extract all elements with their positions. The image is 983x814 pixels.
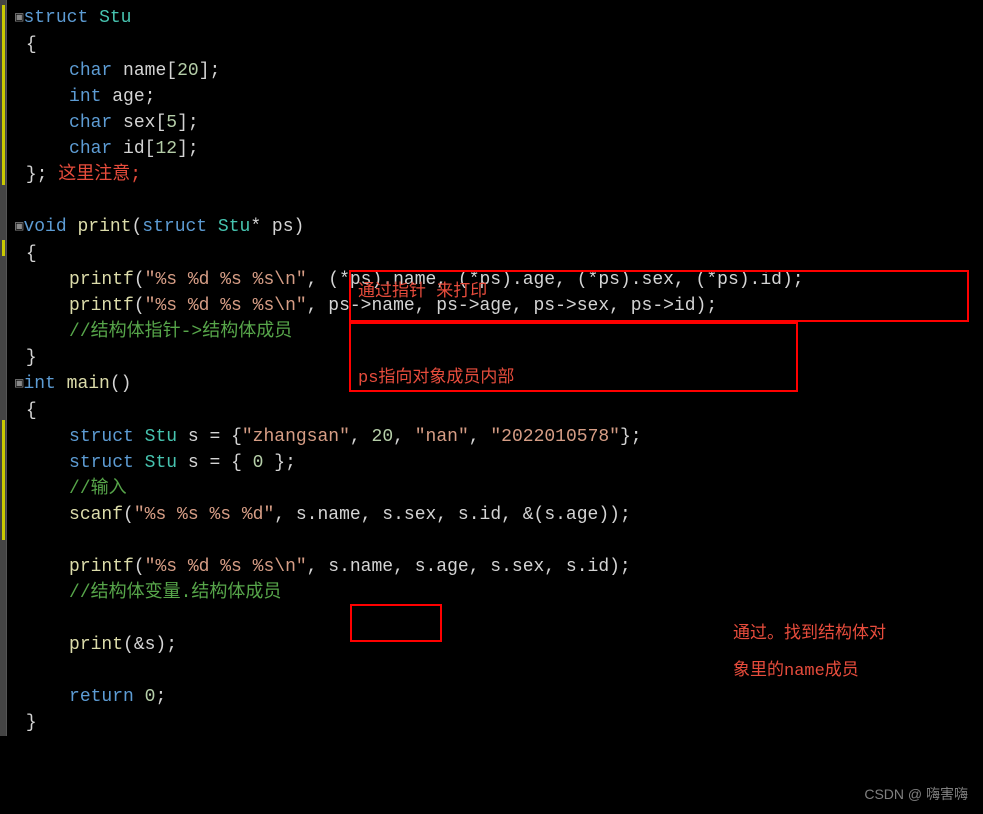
- code-line[interactable]: }: [7, 710, 983, 736]
- code-line[interactable]: {: [7, 241, 983, 267]
- code-line[interactable]: char id[12];: [7, 136, 983, 162]
- annotation-text: 通过指针 来打印: [358, 276, 487, 302]
- code-line[interactable]: //结构体指针->结构体成员: [7, 319, 983, 345]
- change-marker: [2, 420, 5, 540]
- code-line[interactable]: ▣void print(struct Stu* ps): [7, 214, 983, 241]
- code-line[interactable]: return 0;: [7, 684, 983, 710]
- code-line[interactable]: struct Stu s = { 0 };: [7, 450, 983, 476]
- code-line[interactable]: printf("%s %d %s %s\n", ps->name, ps->ag…: [7, 293, 983, 319]
- annotation-text: 象里的name成员: [733, 655, 859, 681]
- code-line[interactable]: //结构体变量.结构体成员: [7, 580, 983, 606]
- annotation-note: 这里注意;: [58, 165, 141, 185]
- code-line[interactable]: [7, 528, 983, 554]
- code-line[interactable]: int age;: [7, 84, 983, 110]
- code-line[interactable]: [7, 188, 983, 214]
- change-marker: [2, 5, 5, 185]
- code-line[interactable]: {: [7, 398, 983, 424]
- change-marker: [2, 240, 5, 256]
- code-line[interactable]: printf("%s %d %s %s\n", (*ps).name, (*ps…: [7, 267, 983, 293]
- annotation-text: 通过。找到结构体对: [733, 618, 886, 644]
- code-line[interactable]: scanf("%s %s %s %d", s.name, s.sex, s.id…: [7, 502, 983, 528]
- annotation-text: ps指向对象成员内部: [358, 362, 514, 388]
- code-line[interactable]: char name[20];: [7, 58, 983, 84]
- code-line[interactable]: {: [7, 32, 983, 58]
- code-line[interactable]: struct Stu s = {"zhangsan", 20, "nan", "…: [7, 424, 983, 450]
- code-line[interactable]: char sex[5];: [7, 110, 983, 136]
- code-line[interactable]: ▣struct Stu: [7, 5, 983, 32]
- code-line[interactable]: printf("%s %d %s %s\n", s.name, s.age, s…: [7, 554, 983, 580]
- code-line[interactable]: //输入: [7, 476, 983, 502]
- watermark: CSDN @ 嗨害嗨: [864, 784, 968, 804]
- code-line[interactable]: }; 这里注意;: [7, 162, 983, 188]
